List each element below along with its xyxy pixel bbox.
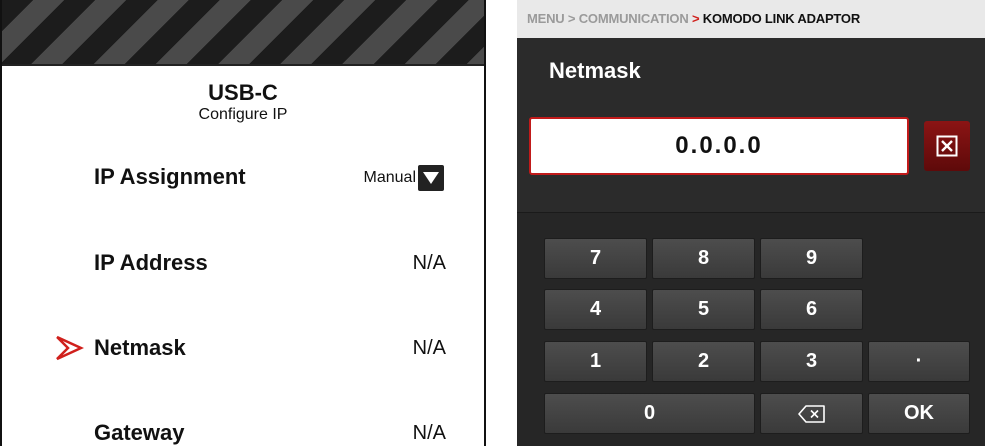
backspace-button[interactable] [760, 393, 863, 434]
netmask-entry-dialog: MENU > COMMUNICATION > KOMODO LINK ADAPT… [517, 0, 985, 446]
selection-pointer-icon [54, 335, 85, 366]
key-8[interactable]: 8 [652, 238, 755, 279]
key-9[interactable]: 9 [760, 238, 863, 279]
netmask-label: Netmask [94, 335, 186, 360]
clear-button[interactable] [924, 121, 970, 171]
key-6[interactable]: 6 [760, 289, 863, 330]
netmask-input[interactable]: 0.0.0.0 [529, 117, 909, 175]
breadcrumb-separator-active: > [691, 11, 703, 26]
chevron-down-icon[interactable] [418, 165, 444, 191]
ip-address-row[interactable]: IP Address N/A [2, 243, 484, 283]
ip-address-value: N/A [412, 252, 446, 274]
page-subtitle: Configure IP [198, 106, 288, 123]
breadcrumb-item-current: KOMODO LINK ADAPTOR [702, 11, 861, 26]
breadcrumb-item-menu[interactable]: MENU [527, 11, 565, 26]
key-3[interactable]: 3 [760, 341, 863, 382]
page-title: USB-C [208, 80, 278, 105]
breadcrumb-item-communication[interactable]: COMMUNICATION [579, 11, 689, 26]
ip-assignment-select[interactable]: Manual [364, 165, 444, 191]
close-box-icon [936, 135, 958, 157]
gateway-row[interactable]: Gateway N/A [2, 413, 484, 446]
key-7[interactable]: 7 [544, 238, 647, 279]
breadcrumb-separator: > [567, 11, 579, 26]
key-dot[interactable]: · [868, 341, 970, 382]
ip-assignment-row[interactable]: IP Assignment Manual [2, 157, 484, 197]
ip-address-label: IP Address [94, 250, 208, 275]
key-2[interactable]: 2 [652, 341, 755, 382]
key-5[interactable]: 5 [652, 289, 755, 330]
netmask-value: N/A [412, 337, 446, 359]
hazard-stripe-header [2, 0, 484, 64]
breadcrumb: MENU > COMMUNICATION > KOMODO LINK ADAPT… [517, 0, 985, 38]
numeric-keypad: 7 8 9 4 5 6 1 2 3 · 0 OK [517, 212, 985, 446]
key-1[interactable]: 1 [544, 341, 647, 382]
gateway-label: Gateway [94, 420, 185, 445]
header-divider [2, 64, 484, 66]
key-0[interactable]: 0 [544, 393, 755, 434]
key-4[interactable]: 4 [544, 289, 647, 330]
usbc-config-panel: USB-C Configure IP IP Assignment Manual … [0, 0, 486, 446]
ok-button[interactable]: OK [868, 393, 970, 434]
backspace-icon [797, 404, 825, 423]
ip-assignment-value: Manual [363, 169, 416, 186]
gateway-value: N/A [412, 422, 446, 444]
netmask-row[interactable]: Netmask N/A [2, 328, 484, 368]
dialog-title: Netmask [549, 58, 641, 83]
ip-assignment-label: IP Assignment [94, 164, 246, 189]
